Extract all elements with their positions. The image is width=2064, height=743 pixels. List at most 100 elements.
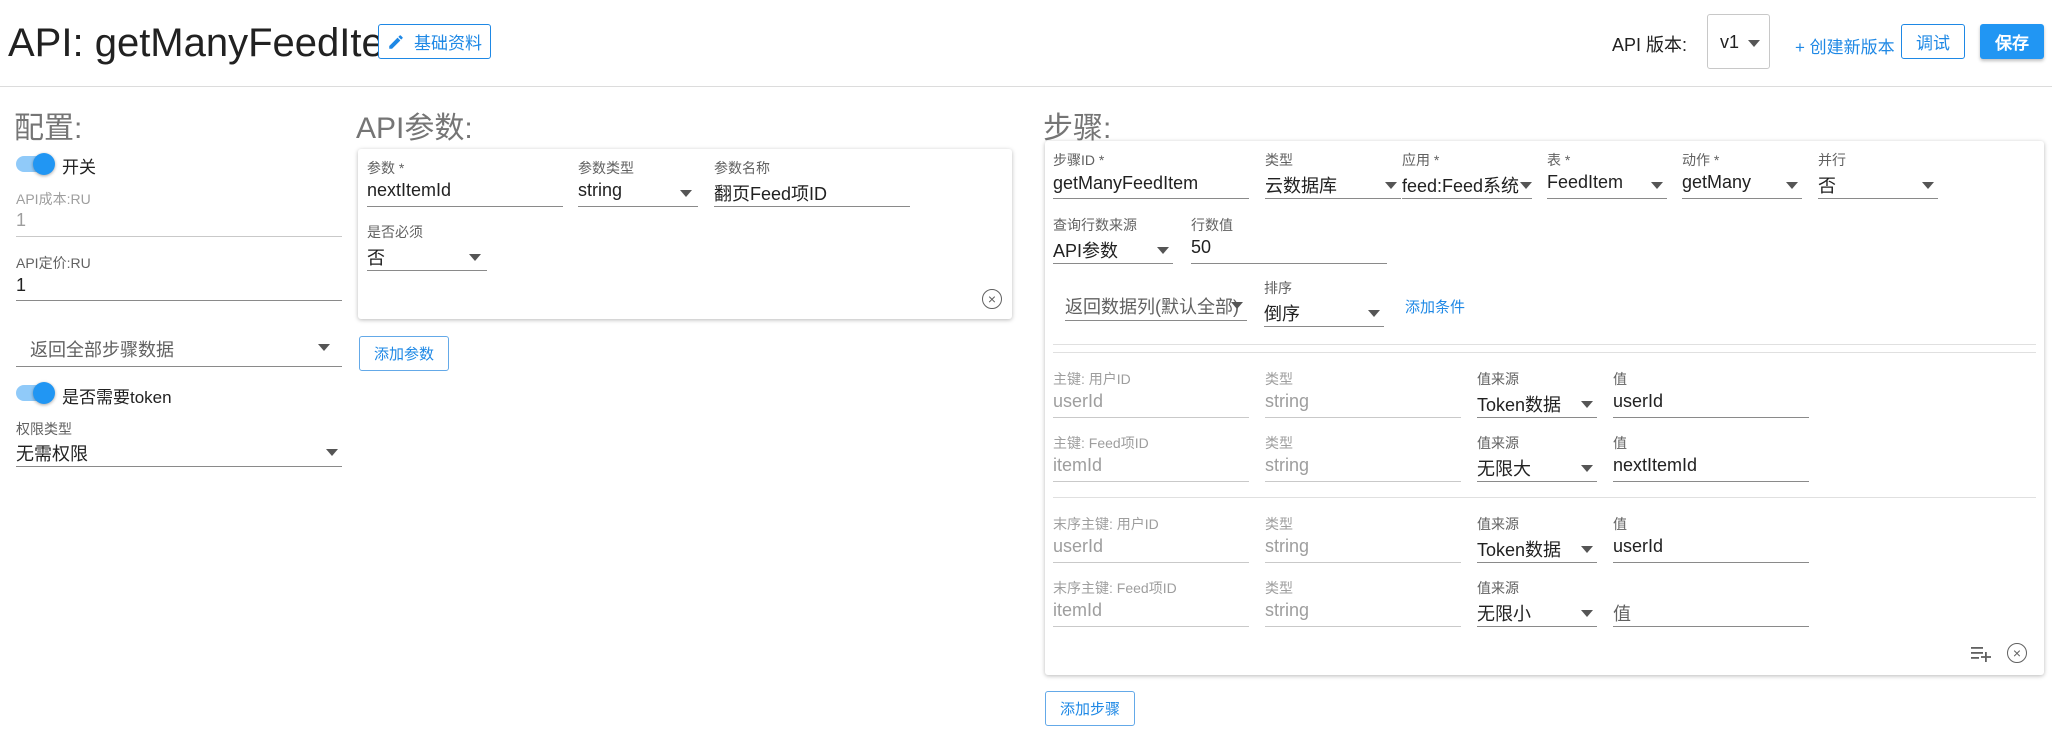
step-id-field[interactable] xyxy=(1053,198,1249,199)
value-value: userId xyxy=(1613,391,1664,411)
parallel-label: 并行 xyxy=(1818,152,1846,168)
key-label: 主键: Feed项ID xyxy=(1053,435,1149,451)
api-price-field[interactable] xyxy=(16,300,342,301)
sort-select[interactable]: 倒序 xyxy=(1264,297,1384,329)
app-value: feed:Feed系统 xyxy=(1402,176,1520,196)
param-name-field[interactable] xyxy=(714,206,910,207)
key-field xyxy=(1053,417,1249,418)
row-source-value: API参数 xyxy=(1053,241,1119,261)
add-condition-button[interactable]: 添加条件 xyxy=(1405,296,1465,317)
permission-label: 权限类型 xyxy=(16,421,72,437)
value-source-label: 值来源 xyxy=(1477,435,1519,451)
param-label: 参数 * xyxy=(367,160,405,176)
action-select[interactable]: getMany xyxy=(1682,169,1802,201)
select-underline xyxy=(16,366,342,367)
add-step-button[interactable]: 添加步骤 xyxy=(1045,691,1135,726)
value-field[interactable] xyxy=(1613,626,1809,627)
value-value: nextItemId xyxy=(1613,455,1698,475)
select-underline xyxy=(1053,263,1173,264)
chevron-down-icon xyxy=(1922,182,1934,189)
select-underline xyxy=(1477,417,1597,418)
chevron-down-icon xyxy=(1231,302,1243,309)
version-label: API 版本: xyxy=(1612,35,1688,55)
parallel-value: 否 xyxy=(1818,176,1836,196)
value-source-select[interactable]: 无限大 xyxy=(1477,452,1597,484)
return-cols-placeholder: 返回数据列(默认全部) xyxy=(1065,297,1239,317)
select-underline xyxy=(1402,198,1532,199)
value-field[interactable] xyxy=(1613,481,1809,482)
divider xyxy=(1053,352,2036,353)
pencil-icon xyxy=(389,34,403,49)
app-select[interactable]: feed:Feed系统 xyxy=(1402,169,1532,201)
row-source-label: 查询行数来源 xyxy=(1053,217,1137,233)
permission-select[interactable]: 无需权限 xyxy=(16,438,342,468)
chevron-down-icon xyxy=(680,190,692,197)
create-version-button[interactable]: + 创建新版本 xyxy=(1795,33,1895,58)
param-type-select[interactable]: string xyxy=(578,177,698,209)
chevron-down-icon xyxy=(1581,401,1593,408)
value-label: 值 xyxy=(1613,516,1627,532)
add-param-button[interactable]: 添加参数 xyxy=(359,336,449,371)
value-field[interactable] xyxy=(1613,562,1809,563)
key-type-label: 类型 xyxy=(1265,516,1293,532)
switch-toggle[interactable] xyxy=(16,151,56,177)
row-source-select[interactable]: API参数 xyxy=(1053,234,1173,266)
select-underline xyxy=(1477,481,1597,482)
key-type-value: string xyxy=(1265,455,1310,475)
select-underline xyxy=(1264,326,1384,327)
playlist-add-icon[interactable] xyxy=(1970,643,1992,663)
key-type-label: 类型 xyxy=(1265,371,1293,387)
config-title: 配置: xyxy=(14,112,83,145)
select-underline xyxy=(1818,198,1938,199)
step-card: 步骤ID * getManyFeedItem 类型 云数据库 应用 * feed… xyxy=(1045,141,2044,675)
chevron-down-icon xyxy=(1581,546,1593,553)
switch-label: 开关 xyxy=(62,158,96,177)
sort-label: 排序 xyxy=(1264,280,1292,296)
table-value: FeedItem xyxy=(1547,172,1624,192)
remove-param-icon[interactable]: × xyxy=(982,289,1002,309)
select-underline xyxy=(578,206,698,207)
key-label: 末序主键: 用户ID xyxy=(1053,516,1159,532)
api-cost-label: API成本:RU xyxy=(16,191,91,207)
param-type-value: string xyxy=(578,180,623,200)
value-source-select[interactable]: Token数据 xyxy=(1477,388,1597,420)
table-select[interactable]: FeedItem xyxy=(1547,169,1667,201)
step-type-select[interactable]: 云数据库 xyxy=(1265,169,1401,201)
debug-button[interactable]: 调试 xyxy=(1901,24,1965,59)
basic-info-label: 基础资料 xyxy=(414,34,482,53)
key-type-field xyxy=(1265,417,1461,418)
value-source-select[interactable]: 无限小 xyxy=(1477,597,1597,629)
return-cols-select[interactable]: 返回数据列(默认全部) xyxy=(1065,289,1247,321)
value-field[interactable] xyxy=(1613,417,1809,418)
remove-step-icon[interactable]: × xyxy=(2007,643,2027,663)
chevron-down-icon xyxy=(1748,40,1760,47)
required-value: 否 xyxy=(367,248,385,268)
step-type-value: 云数据库 xyxy=(1265,176,1337,196)
divider xyxy=(1053,497,2036,498)
key-type-field xyxy=(1265,481,1461,482)
divider xyxy=(1053,344,2036,345)
save-button[interactable]: 保存 xyxy=(1980,24,2044,59)
page-title: API: getManyFeedItem xyxy=(8,21,418,65)
param-name-value: 翻页Feed项ID xyxy=(714,184,828,204)
basic-info-button[interactable]: 基础资料 xyxy=(378,24,491,59)
value-source-label: 值来源 xyxy=(1477,371,1519,387)
token-toggle[interactable] xyxy=(16,380,56,406)
key-label: 主键: 用户ID xyxy=(1053,371,1131,387)
table-label: 表 * xyxy=(1547,152,1571,168)
chevron-down-icon xyxy=(1157,247,1169,254)
value-placeholder: 值 xyxy=(1613,604,1631,624)
key-field xyxy=(1053,481,1249,482)
param-field[interactable] xyxy=(367,206,563,207)
value-value: userId xyxy=(1613,536,1664,556)
key-type-label: 类型 xyxy=(1265,580,1293,596)
key-value: itemId xyxy=(1053,600,1103,620)
parallel-select[interactable]: 否 xyxy=(1818,169,1938,201)
value-label: 值 xyxy=(1613,371,1627,387)
row-count-field[interactable] xyxy=(1191,263,1387,264)
return-steps-select[interactable]: 返回全部步骤数据 xyxy=(16,328,342,368)
value-source-value: 无限小 xyxy=(1477,604,1531,624)
required-select[interactable]: 否 xyxy=(367,241,487,273)
version-select[interactable]: v1 xyxy=(1707,14,1770,69)
value-source-select[interactable]: Token数据 xyxy=(1477,533,1597,565)
